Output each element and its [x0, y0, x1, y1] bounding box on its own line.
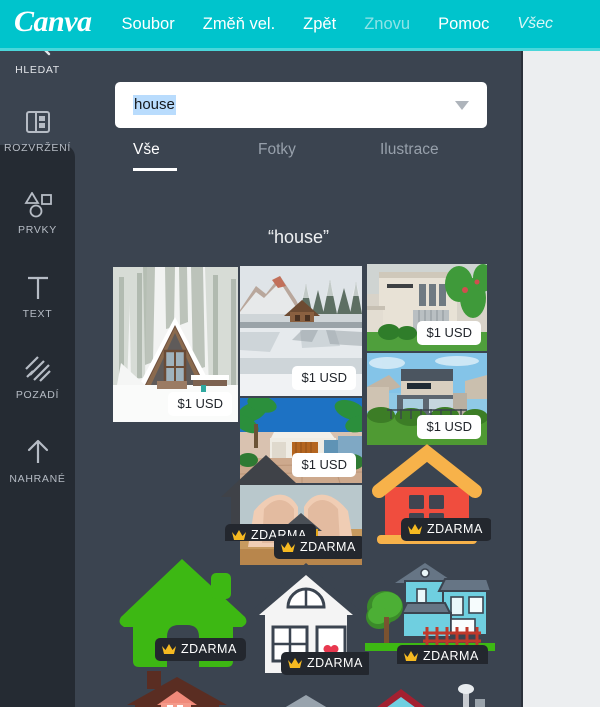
pattern-icon [24, 356, 51, 382]
topbar-accent-strip [0, 48, 600, 51]
illustration-graphic [285, 695, 327, 707]
free-badge: ZDARMA [281, 652, 369, 675]
sidebar-item-nahrane[interactable]: NAHRANÉ [0, 437, 75, 485]
illustration-graphic [377, 684, 485, 707]
result-item-white-house-heart-door[interactable]: ZDARMA [243, 549, 369, 677]
layout-icon [25, 111, 50, 133]
canva-logo[interactable]: Canva [14, 7, 92, 37]
price-badge: $1 USD [292, 453, 356, 477]
free-badge: ZDARMA [397, 645, 488, 664]
menu-item-soubor[interactable]: Soubor [108, 15, 189, 34]
top-menu-bar: Canva Soubor Změň vel. Zpět Znovu Pomoc … [0, 0, 600, 48]
sidebar-item-text[interactable]: TEXT [0, 274, 75, 320]
free-badge-label: ZDARMA [307, 656, 363, 670]
free-badge: ZDARMA [401, 518, 491, 541]
free-badge: ZDARMA [274, 536, 362, 559]
illustration-graphic [127, 671, 227, 707]
design-canvas-area[interactable] [523, 51, 600, 707]
result-item-green-house-icon[interactable]: ZDARMA [115, 551, 250, 671]
text-icon [27, 276, 48, 299]
sidebar-label-text: TEXT [22, 308, 53, 320]
sidebar-label-hledat: HLEDAT [15, 64, 60, 76]
results-grid: $1 USD $1 USD $1 USD $1 USD $1 USD ZDARM… [75, 51, 522, 707]
save-status-text: Všec [517, 15, 553, 32]
crown-icon [232, 529, 246, 540]
result-item-red-roof-house-cutoff[interactable] [367, 679, 497, 707]
panel-right-border [521, 51, 523, 707]
search-results-panel: house Vše Fotky Ilustrace “house” $1 USD… [75, 51, 522, 707]
price-badge: $1 USD [417, 415, 481, 439]
menu-item-zmen-vel[interactable]: Změň vel. [189, 15, 289, 34]
sidebar-label-pozadi: POZADÍ [15, 389, 60, 401]
result-item-red-house-orange-roof[interactable]: ZDARMA [363, 439, 491, 551]
sidebar-label-rozvrzeni: ROZVRŽENÍ [4, 142, 71, 154]
upload-arrow-icon [27, 439, 48, 463]
crown-icon [281, 541, 295, 552]
canva-editor-window: Canva Soubor Změň vel. Zpět Znovu Pomoc … [0, 0, 600, 707]
result-item-grey-house-cutoff[interactable] [251, 687, 361, 707]
result-item-modern-white-house-garden[interactable]: $1 USD [367, 264, 487, 351]
shapes-icon [23, 192, 52, 218]
sidebar-label-nahrane: NAHRANÉ [9, 473, 66, 485]
crown-icon [408, 523, 422, 534]
crown-icon [162, 643, 176, 654]
free-badge-label: ZDARMA [423, 649, 479, 663]
free-badge-label: ZDARMA [427, 522, 483, 536]
crown-icon [404, 650, 418, 661]
free-badge-label: ZDARMA [300, 540, 356, 554]
result-item-a-frame-cabin-snow[interactable]: $1 USD [113, 267, 238, 422]
result-item-blue-two-story-house-tree[interactable]: ZDARMA [365, 559, 495, 664]
menu-item-znovu[interactable]: Znovu [350, 15, 424, 34]
price-badge: $1 USD [292, 366, 356, 390]
menu-item-zpet[interactable]: Zpět [289, 15, 350, 34]
result-item-brown-house-cutoff[interactable] [115, 671, 235, 707]
sidebar-label-prvky: PRVKY [18, 224, 57, 236]
price-badge: $1 USD [168, 392, 232, 416]
sidebar-item-prvky[interactable]: PRVKY [0, 192, 75, 236]
result-item-mountain-cabin-lake-snow[interactable]: $1 USD [240, 266, 362, 396]
free-badge-label: ZDARMA [181, 642, 237, 656]
result-item-grey-modern-house-lawn[interactable]: $1 USD [367, 353, 487, 445]
menu-item-pomoc[interactable]: Pomoc [424, 15, 503, 34]
free-badge: ZDARMA [155, 638, 246, 661]
sidebar-item-rozvrzeni[interactable]: ROZVRŽENÍ [0, 108, 75, 154]
price-badge: $1 USD [417, 321, 481, 345]
sidebar-item-pozadi[interactable]: POZADÍ [0, 355, 75, 401]
crown-icon [288, 657, 302, 668]
